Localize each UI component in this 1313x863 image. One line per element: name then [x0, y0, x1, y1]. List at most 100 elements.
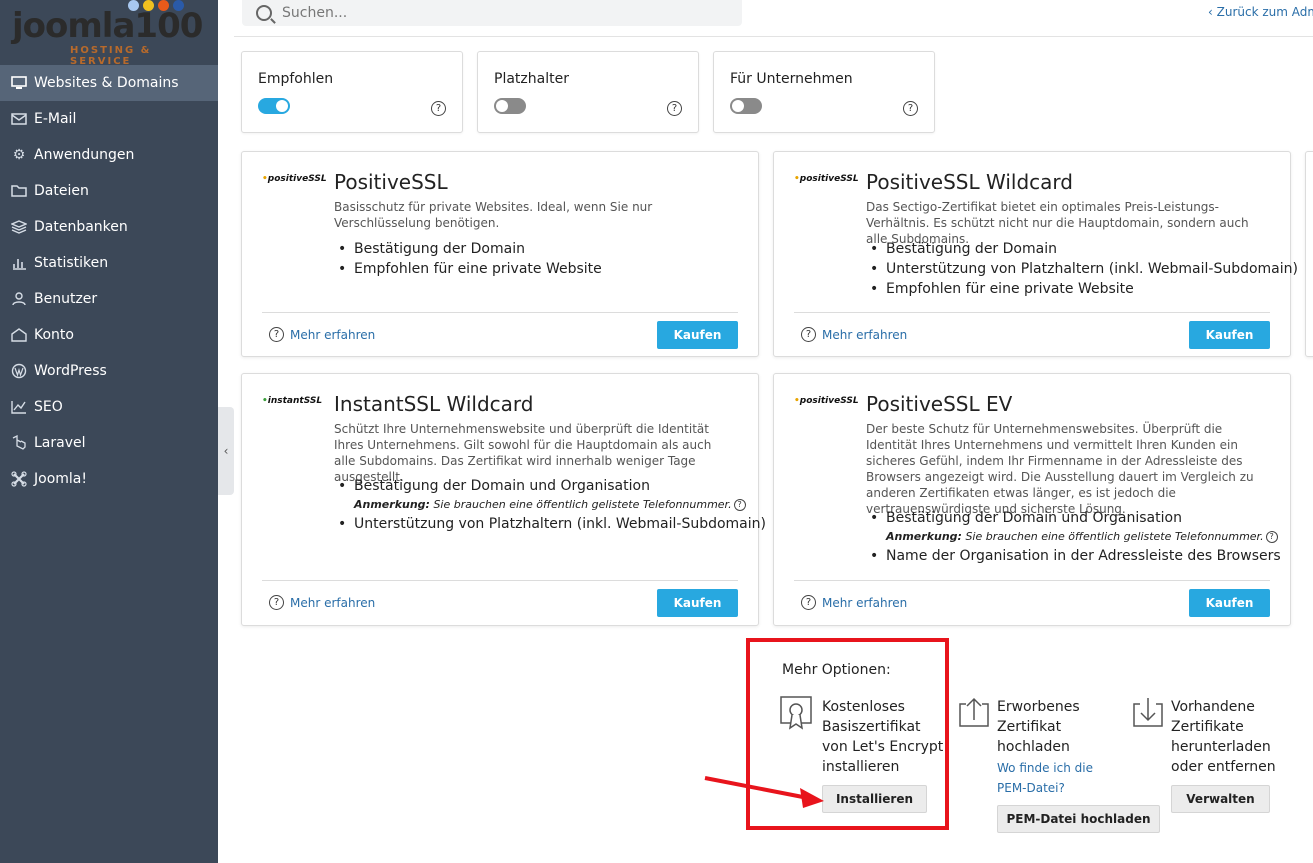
help-icon: ? — [801, 327, 816, 342]
buy-button[interactable]: Kaufen — [657, 589, 738, 617]
sidebar-nav: Websites & Domains E-Mail ⚙ Anwendungen … — [0, 65, 218, 497]
sidebar-item-konto[interactable]: Konto — [0, 317, 218, 353]
help-icon: ? — [801, 595, 816, 610]
sidebar-item-websites-domains[interactable]: Websites & Domains — [0, 65, 218, 101]
sidebar-item-dateien[interactable]: Dateien — [0, 173, 218, 209]
database-icon — [10, 218, 28, 236]
sidebar-item-label: Laravel — [34, 435, 86, 451]
manage-button[interactable]: Verwalten — [1171, 785, 1270, 813]
sidebar-item-label: Dateien — [34, 183, 89, 199]
divider — [262, 312, 738, 313]
product-card-positivessl-wildcard: •positiveSSL PositiveSSL Wildcard Das Se… — [773, 151, 1298, 357]
feature-list: Bestätigung der Domain und Organisation … — [338, 476, 766, 534]
sidebar-item-label: E-Mail — [34, 111, 77, 127]
more-info-link[interactable]: ? Mehr erfahren — [801, 327, 907, 342]
filter-toggle-empfohlen[interactable] — [258, 98, 290, 114]
search-placeholder: Suchen... — [282, 5, 348, 21]
wordpress-icon — [10, 362, 28, 380]
sidebar-item-datenbanken[interactable]: Datenbanken — [0, 209, 218, 245]
sidebar-item-label: SEO — [34, 399, 63, 415]
sidebar-item-label: Datenbanken — [34, 219, 128, 235]
brand-logo: •positiveSSL — [262, 174, 327, 184]
list-item: Bestätigung der Domain — [870, 239, 1298, 259]
brand-logo: •instantSSL — [262, 396, 323, 406]
more-info-link[interactable]: ? Mehr erfahren — [269, 595, 375, 610]
filter-platzhalter: Platzhalter ? — [477, 51, 699, 133]
more-info-link[interactable]: ? Mehr erfahren — [269, 327, 375, 342]
sidebar-item-label: Konto — [34, 327, 74, 343]
sidebar-item-email[interactable]: E-Mail — [0, 101, 218, 137]
list-item: Unterstützung von Platzhaltern (inkl. We… — [338, 514, 766, 534]
divider — [794, 580, 1270, 581]
brand-logo: •positiveSSL — [794, 396, 859, 406]
red-arrow-annotation — [704, 776, 824, 808]
filter-unternehmen: Für Unternehmen ? — [713, 51, 935, 133]
user-icon — [10, 290, 28, 308]
envelope-icon — [10, 110, 28, 128]
list-item: Bestätigung der Domain — [338, 239, 602, 259]
bar-chart-icon — [10, 254, 28, 272]
sidebar-item-statistiken[interactable]: Statistiken — [0, 245, 218, 281]
back-to-admin-link[interactable]: ‹ Zurück zum Adm — [1208, 5, 1313, 19]
card-description: Basisschutz für private Websites. Ideal,… — [334, 200, 653, 230]
sidebar-item-label: Anwendungen — [34, 147, 135, 163]
manage-description: Vorhandene Zertifikate herunterladen ode… — [1171, 699, 1276, 775]
sidebar-item-benutzer[interactable]: Benutzer — [0, 281, 218, 317]
divider — [234, 36, 1313, 37]
more-info-link[interactable]: ? Mehr erfahren — [801, 595, 907, 610]
search-input[interactable]: Suchen... — [242, 0, 742, 26]
help-icon[interactable]: ? — [431, 101, 446, 116]
feature-list: Bestätigung der Domain und Organisation … — [870, 508, 1281, 566]
sidebar-item-joomla[interactable]: Joomla! — [0, 461, 218, 497]
help-icon[interactable]: ? — [667, 101, 682, 116]
sidebar-item-seo[interactable]: SEO — [0, 389, 218, 425]
help-icon: ? — [269, 595, 284, 610]
account-icon — [10, 326, 28, 344]
brand-logo: •positiveSSL — [794, 174, 859, 184]
upload-icon — [959, 697, 989, 727]
download-icon — [1133, 698, 1163, 727]
filter-label: Platzhalter — [494, 71, 569, 87]
pem-help-link[interactable]: Wo finde ich die PEM-Datei? — [997, 758, 1093, 798]
sidebar-item-wordpress[interactable]: WordPress — [0, 353, 218, 389]
help-icon[interactable]: ? — [733, 499, 746, 511]
card-title: PositiveSSL EV — [866, 392, 1013, 416]
help-icon[interactable]: ? — [903, 101, 918, 116]
divider — [262, 580, 738, 581]
sidebar-item-label: Websites & Domains — [34, 75, 179, 91]
laravel-icon — [10, 434, 28, 452]
list-item: Empfohlen für eine private Website — [338, 259, 602, 279]
buy-button[interactable]: Kaufen — [1189, 321, 1270, 349]
card-title: InstantSSL Wildcard — [334, 392, 534, 416]
card-title: PositiveSSL — [334, 170, 448, 194]
filter-toggle-platzhalter[interactable] — [494, 98, 526, 114]
card-description: Der beste Schutz für Unternehmenswebsite… — [866, 422, 1254, 516]
help-icon[interactable]: ? — [1265, 531, 1278, 543]
monitor-icon — [10, 74, 28, 92]
seo-chart-icon — [10, 398, 28, 416]
sidebar: joomla100 HOSTING & SERVICE Websites & D… — [0, 0, 218, 863]
list-item: Bestätigung der Domain und Organisation — [870, 508, 1281, 528]
feature-list: Bestätigung der Domain Unterstützung von… — [870, 239, 1298, 299]
gear-icon: ⚙ — [12, 147, 26, 163]
filter-toggle-unternehmen[interactable] — [730, 98, 762, 114]
upload-pem-button[interactable]: PEM-Datei hochladen — [997, 805, 1160, 833]
help-icon: ? — [269, 327, 284, 342]
feature-list: Bestätigung der Domain Empfohlen für ein… — [338, 239, 602, 279]
buy-button[interactable]: Kaufen — [657, 321, 738, 349]
upload-description: Erworbenes Zertifikat hochladen — [997, 699, 1080, 755]
product-card-partial — [1305, 151, 1313, 357]
logo[interactable]: joomla100 HOSTING & SERVICE — [0, 0, 218, 67]
buy-button[interactable]: Kaufen — [1189, 589, 1270, 617]
chevron-left-icon: ‹ — [1208, 5, 1217, 19]
sidebar-item-anwendungen[interactable]: ⚙ Anwendungen — [0, 137, 218, 173]
sidebar-item-label: Statistiken — [34, 255, 109, 271]
divider — [794, 312, 1270, 313]
sidebar-item-label: Benutzer — [34, 291, 98, 307]
sidebar-collapse-handle[interactable]: ‹ — [218, 407, 234, 495]
folder-icon — [10, 182, 28, 200]
back-link-label: Zurück zum Adm — [1216, 5, 1313, 19]
list-item: Empfohlen für eine private Website — [870, 279, 1298, 299]
sidebar-item-laravel[interactable]: Laravel — [0, 425, 218, 461]
filter-label: Empfohlen — [258, 71, 334, 87]
